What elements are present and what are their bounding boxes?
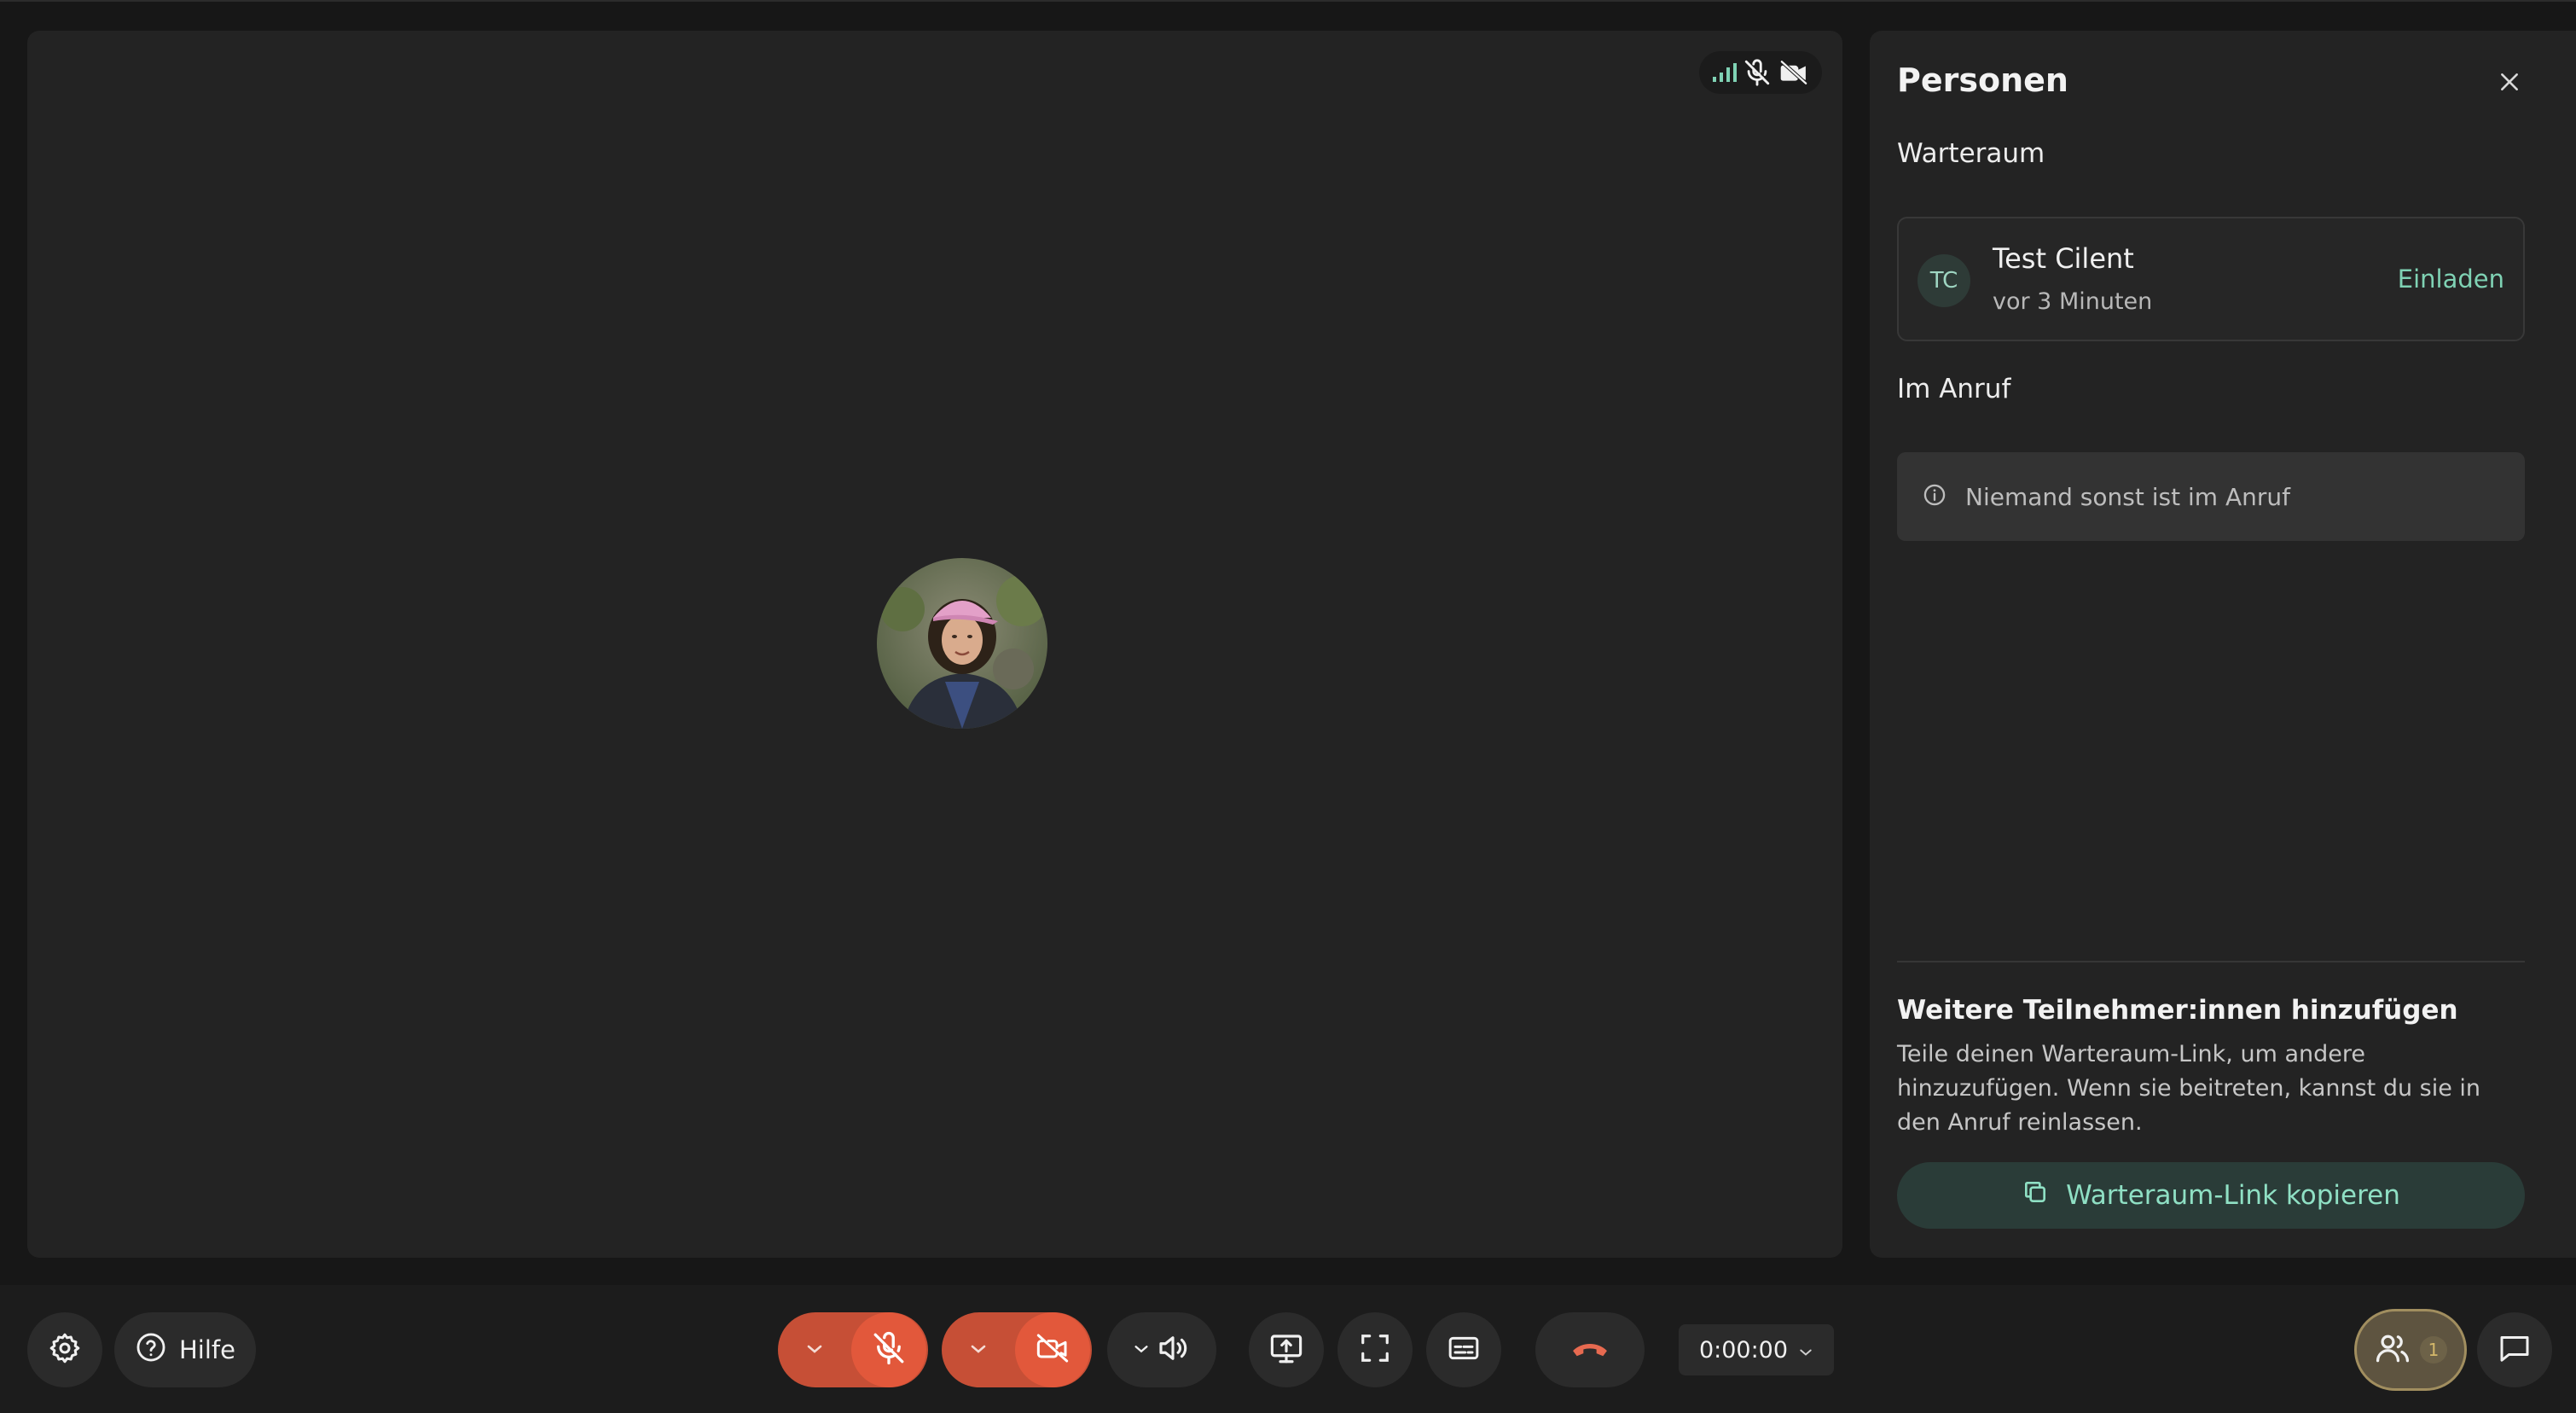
chevron-down-icon bbox=[1133, 1342, 1150, 1358]
microphone-control bbox=[778, 1312, 928, 1387]
avatar bbox=[877, 558, 1047, 729]
participant-status-indicators bbox=[1699, 51, 1822, 94]
chat-icon bbox=[2498, 1331, 2532, 1369]
empty-call-notice: Niemand sonst ist im Anruf bbox=[1897, 452, 2525, 541]
camera-off-icon bbox=[1778, 58, 1810, 87]
video-stage bbox=[27, 31, 1842, 1258]
camera-off-icon bbox=[1034, 1331, 1071, 1369]
mic-off-icon bbox=[1743, 57, 1772, 88]
chevron-down-icon bbox=[805, 1342, 824, 1358]
help-button[interactable]: Hilfe bbox=[114, 1312, 256, 1387]
fullscreen-icon bbox=[1359, 1332, 1391, 1368]
captions-icon bbox=[1447, 1331, 1481, 1369]
phone-hangup-icon bbox=[1570, 1335, 1610, 1364]
people-panel-toggle-button[interactable]: 1 bbox=[2354, 1309, 2467, 1391]
hang-up-button[interactable] bbox=[1535, 1312, 1645, 1387]
call-timer[interactable]: 0:00:00 bbox=[1679, 1324, 1834, 1375]
call-controls-bar: Hilfe 0:00:00 1 bbox=[0, 1285, 2576, 1413]
toggle-camera-button[interactable] bbox=[1015, 1312, 1090, 1387]
info-icon bbox=[1923, 483, 1947, 510]
chat-button[interactable] bbox=[2477, 1312, 2552, 1387]
invite-button[interactable]: Einladen bbox=[2398, 265, 2504, 294]
toggle-microphone-button[interactable] bbox=[851, 1312, 926, 1387]
copy-button-label: Warteraum-Link kopieren bbox=[2066, 1180, 2400, 1211]
divider bbox=[1897, 961, 2525, 962]
close-icon bbox=[2498, 71, 2521, 96]
copy-icon bbox=[2022, 1178, 2066, 1212]
video-call-app: Personen Warteraum TC Test Cilent vor 3 … bbox=[0, 0, 2576, 1413]
microphone-options-button[interactable] bbox=[778, 1312, 851, 1387]
add-participants-description: Teile deinen Warteraum-Link, um andere h… bbox=[1897, 1041, 2481, 1136]
call-timer-value: 0:00:00 bbox=[1698, 1336, 1789, 1364]
participant-wait-time: vor 3 Minuten bbox=[1993, 288, 2153, 315]
in-call-heading: Im Anruf bbox=[1897, 374, 2011, 404]
close-panel-button[interactable] bbox=[2491, 65, 2528, 102]
mic-off-icon bbox=[871, 1330, 907, 1369]
add-participants-title: Weitere Teilnehmer:innen hinzufügen bbox=[1897, 995, 2458, 1026]
fullscreen-button[interactable] bbox=[1337, 1312, 1413, 1387]
chevron-down-icon bbox=[1788, 1337, 1813, 1364]
screen-share-button[interactable] bbox=[1249, 1312, 1324, 1387]
camera-options-button[interactable] bbox=[942, 1312, 1015, 1387]
speaker-icon bbox=[1155, 1330, 1191, 1369]
participant-name: Test Cilent bbox=[1993, 242, 2134, 275]
settings-button[interactable] bbox=[27, 1312, 102, 1387]
people-icon bbox=[2374, 1329, 2411, 1370]
speaker-control-button[interactable] bbox=[1107, 1312, 1216, 1387]
camera-control bbox=[942, 1312, 1092, 1387]
chevron-down-icon bbox=[969, 1342, 988, 1358]
screen-share-icon bbox=[1268, 1330, 1304, 1369]
people-panel: Personen Warteraum TC Test Cilent vor 3 … bbox=[1870, 31, 2576, 1258]
captions-button[interactable] bbox=[1426, 1312, 1501, 1387]
signal-icon bbox=[1711, 61, 1737, 84]
participant-initials-avatar: TC bbox=[1917, 254, 1970, 307]
copy-waiting-room-link-button[interactable]: Warteraum-Link kopieren bbox=[1897, 1162, 2525, 1229]
people-count-badge: 1 bbox=[2420, 1336, 2447, 1364]
waiting-participant-card: TC Test Cilent vor 3 Minuten Einladen bbox=[1897, 217, 2525, 341]
panel-title: Personen bbox=[1897, 61, 2068, 99]
gear-icon bbox=[48, 1331, 82, 1369]
question-circle-icon bbox=[135, 1331, 179, 1369]
waiting-room-heading: Warteraum bbox=[1897, 138, 2045, 169]
empty-call-message: Niemand sonst ist im Anruf bbox=[1965, 482, 2290, 511]
help-label: Hilfe bbox=[179, 1335, 235, 1364]
